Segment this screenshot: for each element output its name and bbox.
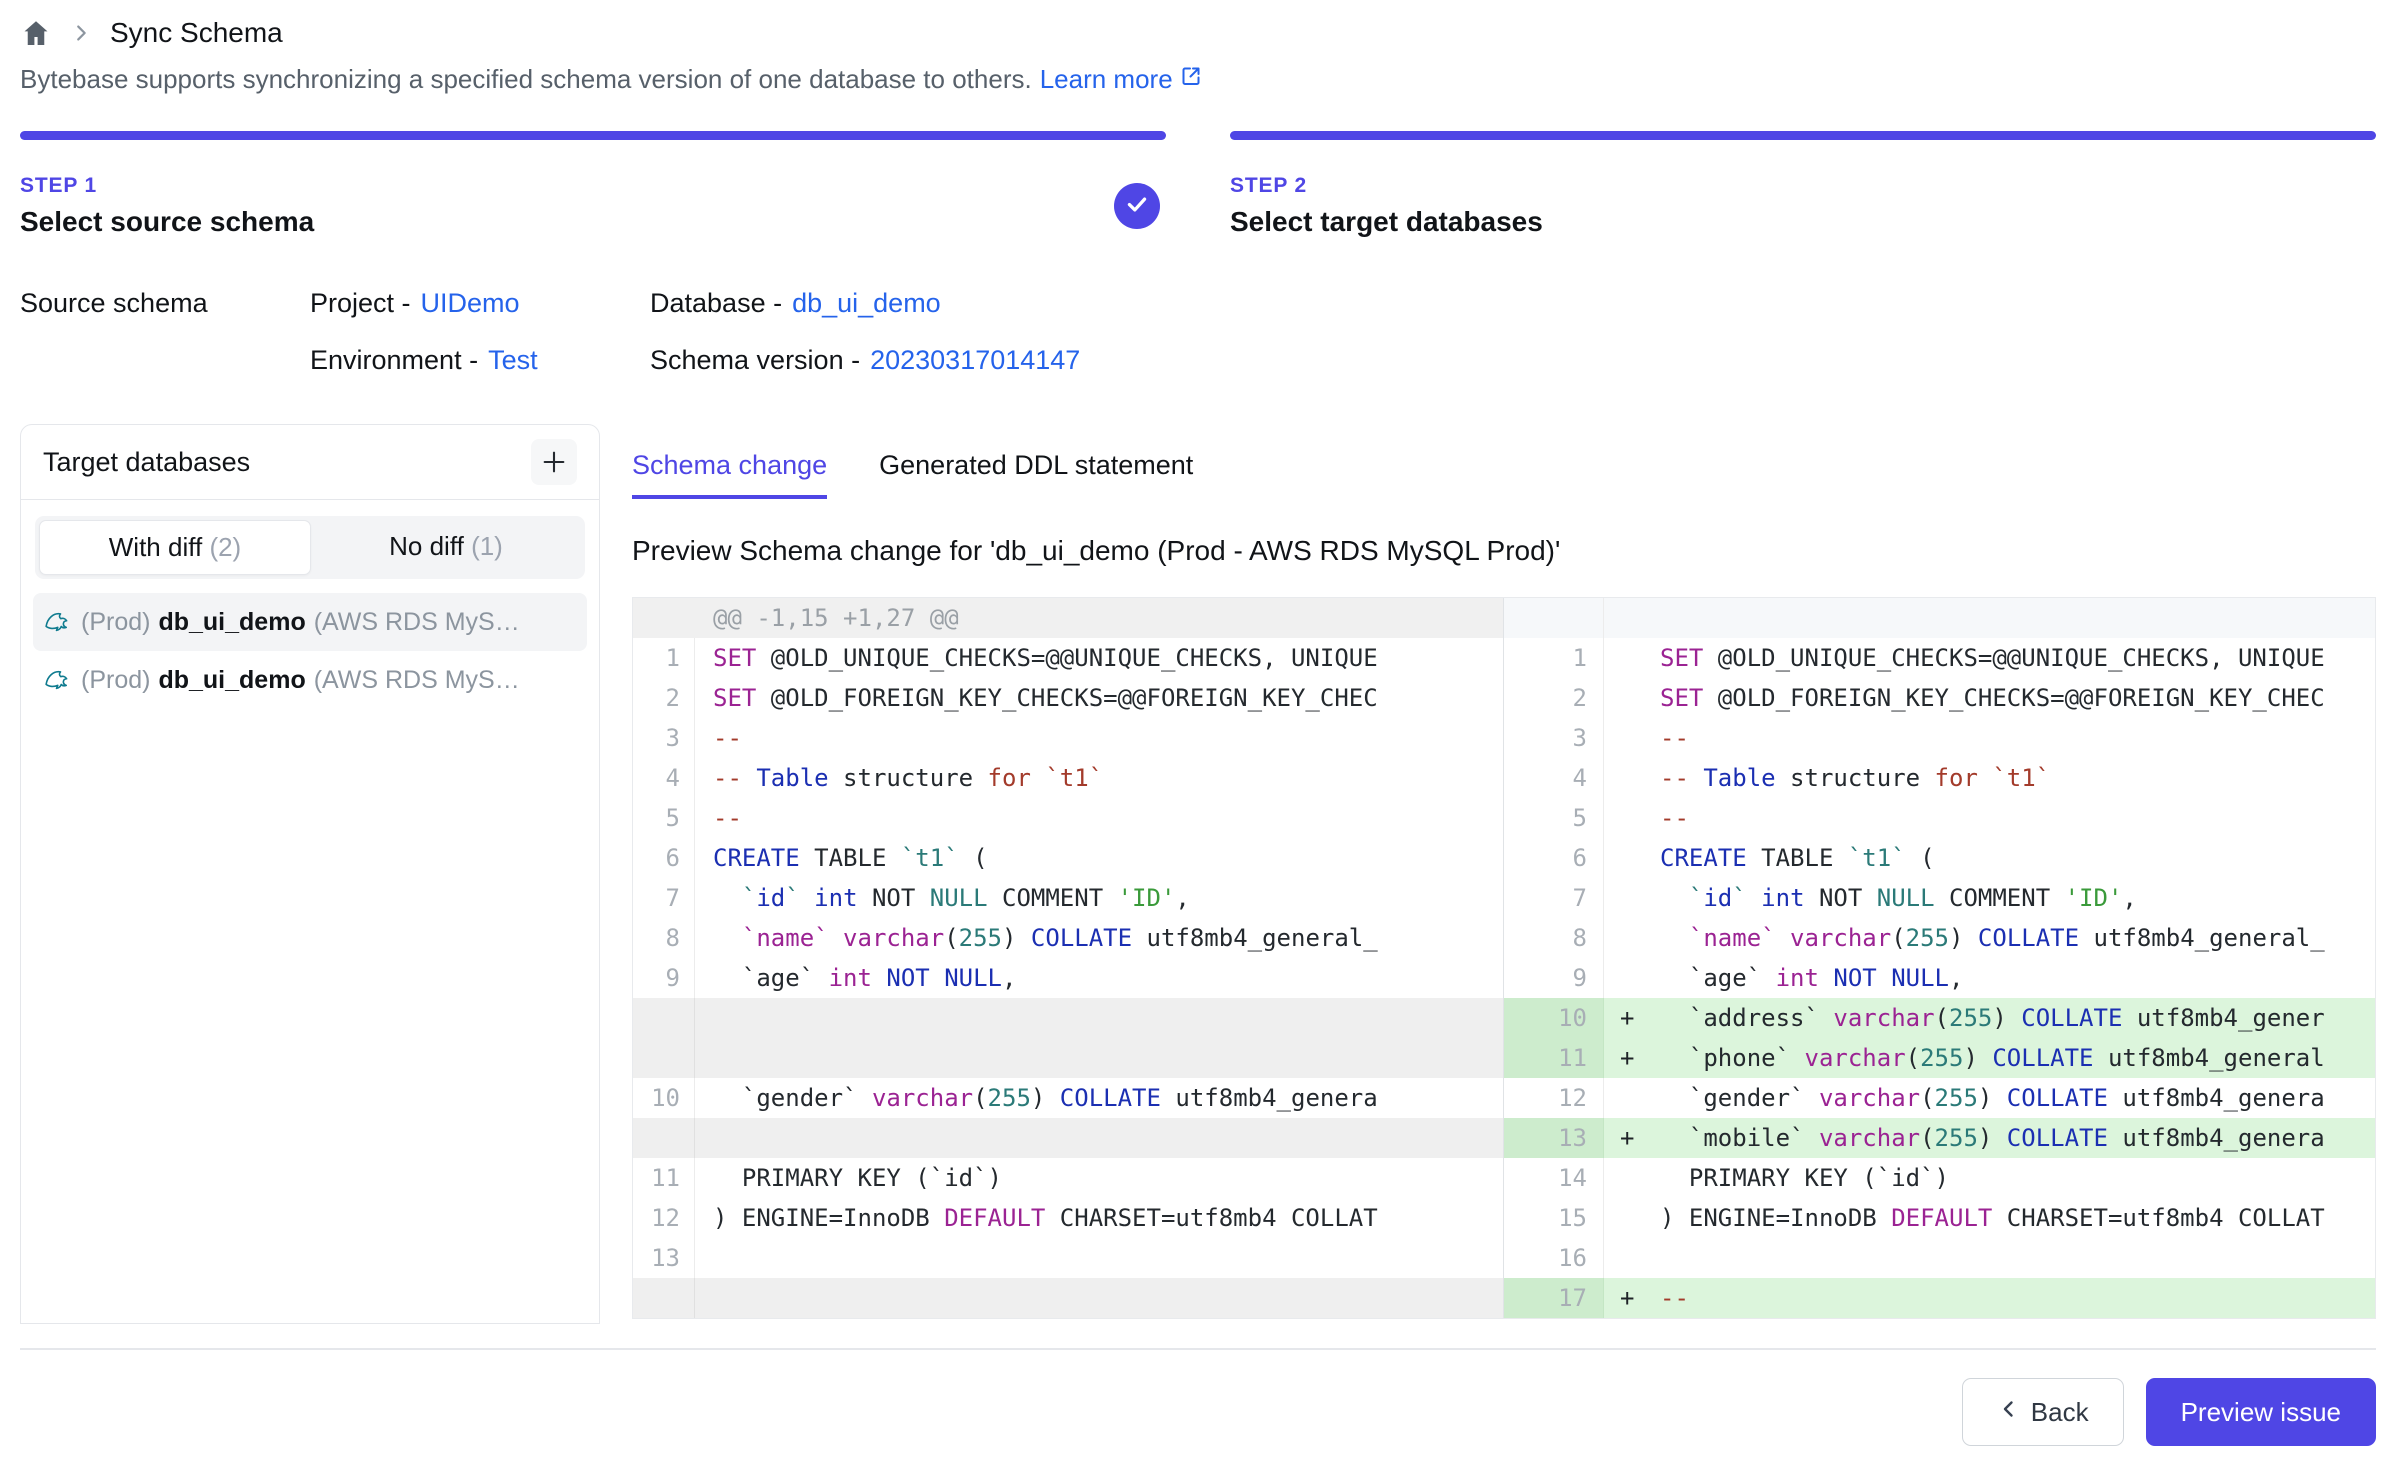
diff-left-pane[interactable]: @@ -1,15 +1,27 @@1SET @OLD_UNIQUE_CHECKS… <box>633 598 1504 1318</box>
breadcrumb: Sync Schema <box>20 0 2376 52</box>
diff-row: 11+ `phone` varchar(255) COLLATE utf8mb4… <box>1504 1038 2375 1078</box>
diff-row: 17+-- <box>1504 1278 2375 1318</box>
diff-row <box>1504 598 2375 638</box>
project-link[interactable]: UIDemo <box>421 288 520 318</box>
page-title: Sync Schema <box>110 17 283 49</box>
diff-row: 8 `name` varchar(255) COLLATE utf8mb4_ge… <box>633 918 1503 958</box>
field-environment: Environment -Test <box>310 345 650 376</box>
tab-with-diff[interactable]: With diff (2) <box>39 520 311 575</box>
diff-row: 12 `gender` varchar(255) COLLATE utf8mb4… <box>1504 1078 2375 1118</box>
step-1-completed-badge <box>1114 183 1160 229</box>
diff-row: 14 PRIMARY KEY (`id`) <box>1504 1158 2375 1198</box>
field-project: Project -UIDemo <box>310 288 650 319</box>
database-list-item[interactable]: (Prod) db_ui_demo (AWS RDS MyS… <box>33 593 587 651</box>
step-2-title: Select target databases <box>1230 206 2376 238</box>
diff-row: 8 `name` varchar(255) COLLATE utf8mb4_ge… <box>1504 918 2375 958</box>
add-target-database-button[interactable] <box>531 439 577 485</box>
diff-row: 5-- <box>633 798 1503 838</box>
diff-row: 2SET @OLD_FOREIGN_KEY_CHECKS=@@FOREIGN_K… <box>633 678 1503 718</box>
field-schema-version: Schema version -20230317014147 <box>650 345 1080 376</box>
diff-row: 6CREATE TABLE `t1` ( <box>633 838 1503 878</box>
step-1-label: STEP 1 <box>20 174 1114 198</box>
diff-row: 11 PRIMARY KEY (`id`) <box>633 1158 1503 1198</box>
diff-row: 10 `gender` varchar(255) COLLATE utf8mb4… <box>633 1078 1503 1118</box>
diff-row <box>633 998 1503 1038</box>
target-databases-panel: Target databases With diff (2) No diff (… <box>20 424 600 1324</box>
learn-more-link[interactable]: Learn more <box>1040 64 1203 95</box>
diff-row: 13 <box>633 1238 1503 1278</box>
footer-divider <box>20 1348 2376 1350</box>
source-schema-label: Source schema <box>20 288 310 376</box>
step-indicator: STEP 1 Select source schema STEP 2 Selec… <box>20 131 2376 238</box>
diff-row: 1SET @OLD_UNIQUE_CHECKS=@@UNIQUE_CHECKS,… <box>633 638 1503 678</box>
back-button[interactable]: Back <box>1962 1378 2124 1446</box>
diff-row: 10+ `address` varchar(255) COLLATE utf8m… <box>1504 998 2375 1038</box>
diff-row: 3-- <box>633 718 1503 758</box>
breadcrumb-chevron-icon <box>70 22 92 44</box>
sync-schema-page: Sync Schema Bytebase supports synchroniz… <box>0 0 2396 1470</box>
diff-row: 7 `id` int NOT NULL COMMENT 'ID', <box>633 878 1503 918</box>
target-database-list: (Prod) db_ui_demo (AWS RDS MyS… (Prod) d… <box>21 593 599 709</box>
database-list-item[interactable]: (Prod) db_ui_demo (AWS RDS MyS… <box>33 651 587 709</box>
tab-schema-change[interactable]: Schema change <box>632 450 827 499</box>
mysql-dolphin-icon <box>43 607 73 637</box>
diff-row: 1SET @OLD_UNIQUE_CHECKS=@@UNIQUE_CHECKS,… <box>1504 638 2375 678</box>
footer-actions: Back Preview issue <box>20 1378 2376 1470</box>
check-icon <box>1124 191 1150 222</box>
diff-filter-tabs: With diff (2) No diff (1) <box>35 516 585 579</box>
diff-row: @@ -1,15 +1,27 @@ <box>633 598 1503 638</box>
step-2-label: STEP 2 <box>1230 174 2376 198</box>
diff-row: 4-- Table structure for `t1` <box>1504 758 2375 798</box>
diff-row: 7 `id` int NOT NULL COMMENT 'ID', <box>1504 878 2375 918</box>
description-text: Bytebase supports synchronizing a specif… <box>20 64 1032 95</box>
diff-row: 9 `age` int NOT NULL, <box>633 958 1503 998</box>
external-link-icon <box>1179 64 1203 95</box>
step-1-title: Select source schema <box>20 206 1114 238</box>
diff-row: 4-- Table structure for `t1` <box>633 758 1503 798</box>
diff-row: 15) ENGINE=InnoDB DEFAULT CHARSET=utf8mb… <box>1504 1198 2375 1238</box>
diff-row: 2SET @OLD_FOREIGN_KEY_CHECKS=@@FOREIGN_K… <box>1504 678 2375 718</box>
schema-preview-section: Schema change Generated DDL statement Pr… <box>632 424 2376 1324</box>
diff-row: 16 <box>1504 1238 2375 1278</box>
step-2: STEP 2 Select target databases <box>1230 131 2376 238</box>
diff-row: 5-- <box>1504 798 2375 838</box>
chevron-left-icon <box>1997 1397 2021 1428</box>
diff-row <box>633 1038 1503 1078</box>
database-link[interactable]: db_ui_demo <box>792 288 941 318</box>
plus-icon <box>540 448 568 476</box>
step-1-progress-bar <box>20 131 1166 140</box>
tab-generated-ddl[interactable]: Generated DDL statement <box>879 450 1193 499</box>
diff-row <box>633 1118 1503 1158</box>
diff-row: 6CREATE TABLE `t1` ( <box>1504 838 2375 878</box>
environment-link[interactable]: Test <box>488 345 538 375</box>
diff-row: 12) ENGINE=InnoDB DEFAULT CHARSET=utf8mb… <box>633 1198 1503 1238</box>
diff-row: 3-- <box>1504 718 2375 758</box>
schema-diff-editor: @@ -1,15 +1,27 @@1SET @OLD_UNIQUE_CHECKS… <box>632 597 2376 1319</box>
diff-row: 9 `age` int NOT NULL, <box>1504 958 2375 998</box>
field-database: Database -db_ui_demo <box>650 288 1080 319</box>
step-1: STEP 1 Select source schema <box>20 131 1166 238</box>
page-description: Bytebase supports synchronizing a specif… <box>20 64 2376 95</box>
diff-right-pane[interactable]: 1SET @OLD_UNIQUE_CHECKS=@@UNIQUE_CHECKS,… <box>1504 598 2375 1318</box>
source-schema-summary: Source schema Project -UIDemo Database -… <box>20 288 2376 376</box>
tab-no-diff[interactable]: No diff (1) <box>311 520 581 575</box>
target-databases-title: Target databases <box>43 447 250 478</box>
step-2-progress-bar <box>1230 131 2376 140</box>
diff-row <box>633 1278 1503 1318</box>
preview-issue-button[interactable]: Preview issue <box>2146 1378 2376 1446</box>
home-icon[interactable] <box>20 17 52 49</box>
preview-title: Preview Schema change for 'db_ui_demo (P… <box>632 535 2376 567</box>
mysql-dolphin-icon <box>43 665 73 695</box>
schema-version-link[interactable]: 20230317014147 <box>870 345 1080 375</box>
diff-row: 13+ `mobile` varchar(255) COLLATE utf8mb… <box>1504 1118 2375 1158</box>
preview-tabs: Schema change Generated DDL statement <box>632 424 2376 499</box>
